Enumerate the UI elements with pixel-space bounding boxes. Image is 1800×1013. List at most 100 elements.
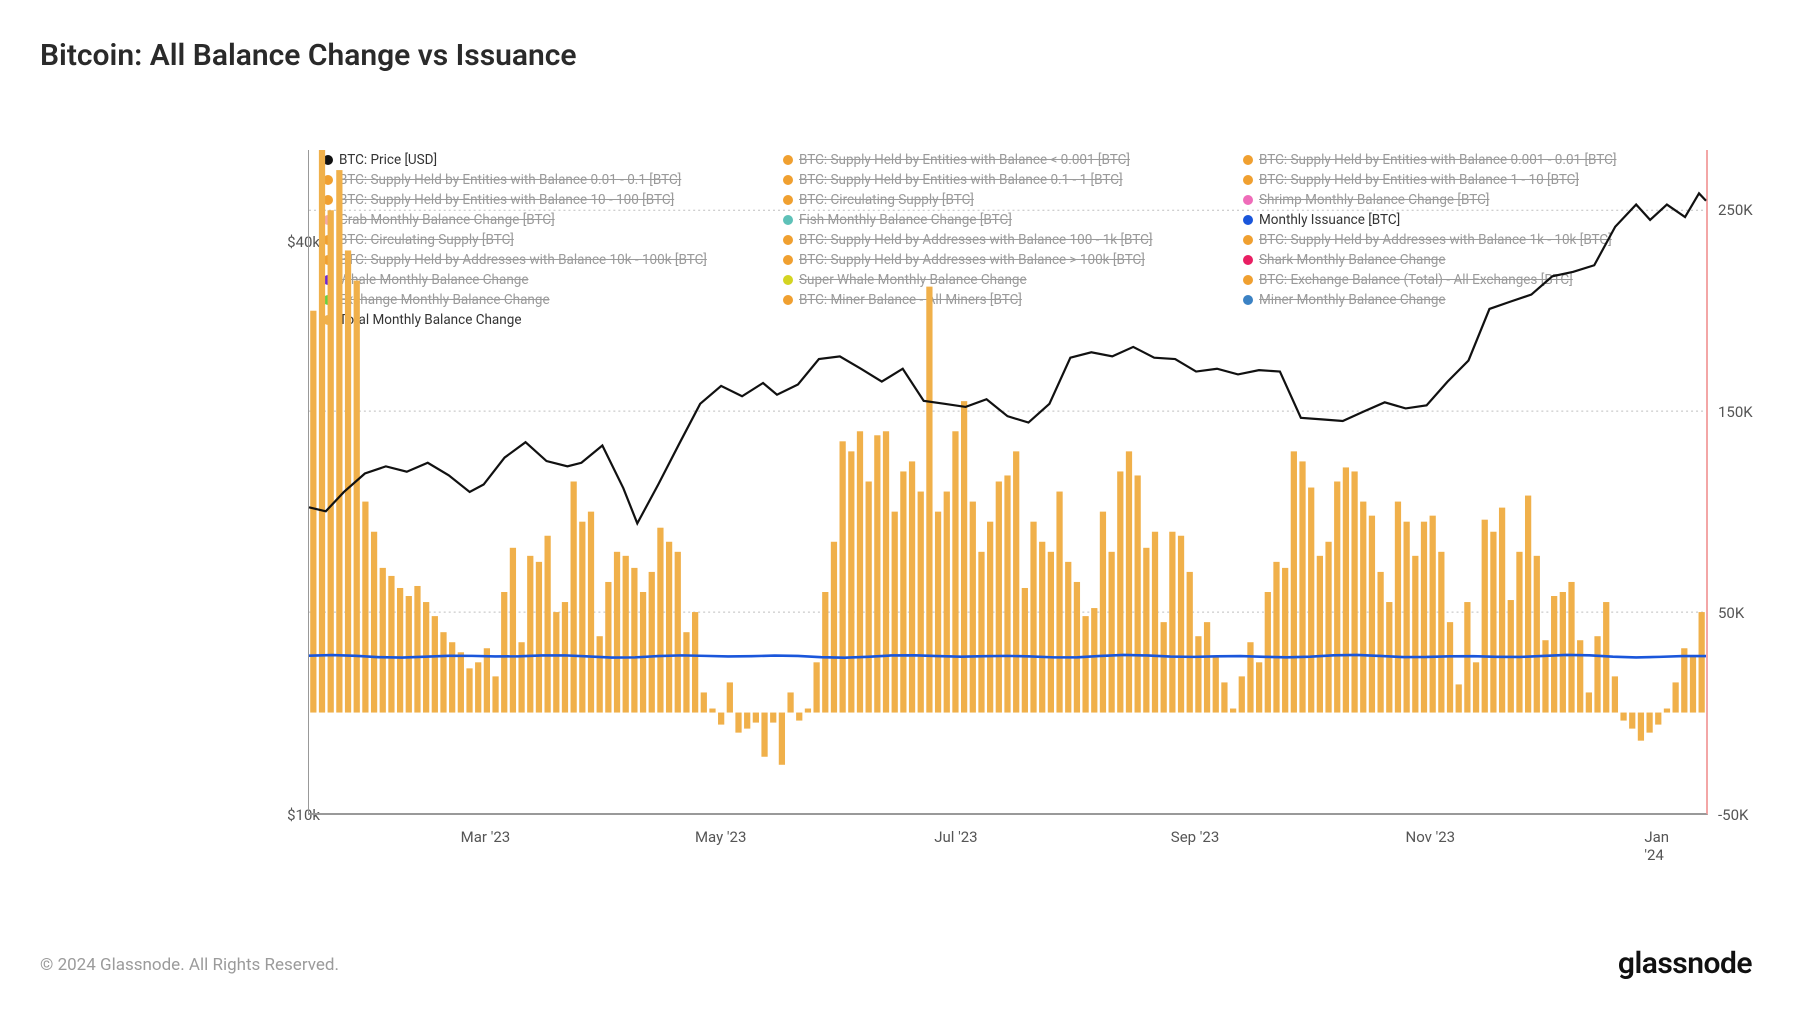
bar-total-monthly-balance-change xyxy=(900,471,906,712)
bar-total-monthly-balance-change xyxy=(1699,612,1705,712)
bar-total-monthly-balance-change xyxy=(1369,516,1375,713)
bar-total-monthly-balance-change xyxy=(371,532,377,713)
bar-total-monthly-balance-change xyxy=(831,542,837,713)
bar-total-monthly-balance-change xyxy=(1265,592,1271,713)
bar-total-monthly-balance-change xyxy=(492,676,498,712)
bar-total-monthly-balance-change xyxy=(571,482,577,713)
bar-total-monthly-balance-change xyxy=(640,592,646,713)
bar-total-monthly-balance-change xyxy=(1299,461,1305,712)
bar-total-monthly-balance-change xyxy=(631,568,637,713)
bar-total-monthly-balance-change xyxy=(1482,520,1488,713)
bar-total-monthly-balance-change xyxy=(761,713,767,757)
bar-total-monthly-balance-change xyxy=(1612,676,1618,712)
bar-total-monthly-balance-change xyxy=(449,642,455,712)
x-axis-labels: Mar '23May '23Jul '23Sep '23Nov '23Jan '… xyxy=(308,820,1708,850)
bar-total-monthly-balance-change xyxy=(1039,542,1045,713)
bar-total-monthly-balance-change xyxy=(1204,622,1210,712)
y-right-tick: -50K xyxy=(1718,806,1748,824)
bar-total-monthly-balance-change xyxy=(510,548,516,713)
bar-total-monthly-balance-change xyxy=(909,461,915,712)
bar-total-monthly-balance-change xyxy=(1239,676,1245,712)
bar-total-monthly-balance-change xyxy=(961,401,967,712)
bar-total-monthly-balance-change xyxy=(1421,522,1427,713)
x-tick: Mar '23 xyxy=(461,828,511,846)
bar-total-monthly-balance-change xyxy=(753,713,759,723)
x-tick: Nov '23 xyxy=(1406,828,1456,846)
bar-total-monthly-balance-change xyxy=(770,713,776,723)
bar-total-monthly-balance-change xyxy=(1560,592,1566,713)
bar-total-monthly-balance-change xyxy=(1542,640,1548,712)
bar-total-monthly-balance-change xyxy=(805,709,811,713)
bar-total-monthly-balance-change xyxy=(987,522,993,713)
line-btc-price xyxy=(309,193,1706,523)
bar-total-monthly-balance-change xyxy=(1377,572,1383,713)
bar-total-monthly-balance-change xyxy=(649,572,655,713)
bar-total-monthly-balance-change xyxy=(406,596,412,713)
bar-total-monthly-balance-change xyxy=(1048,552,1054,713)
bar-total-monthly-balance-change xyxy=(527,556,533,713)
bar-total-monthly-balance-change xyxy=(796,713,802,721)
bar-total-monthly-balance-change xyxy=(718,713,724,725)
bar-total-monthly-balance-change xyxy=(701,692,707,712)
bar-total-monthly-balance-change xyxy=(1291,451,1297,712)
bar-total-monthly-balance-change xyxy=(562,602,568,712)
bar-total-monthly-balance-change xyxy=(1438,552,1444,713)
bar-total-monthly-balance-change xyxy=(354,281,360,713)
bar-total-monthly-balance-change xyxy=(614,552,620,713)
bar-total-monthly-balance-change xyxy=(536,562,542,713)
bar-total-monthly-balance-change xyxy=(588,512,594,713)
bar-total-monthly-balance-change xyxy=(683,632,689,712)
bar-total-monthly-balance-change xyxy=(1247,642,1253,712)
bar-total-monthly-balance-change xyxy=(1664,709,1670,713)
bar-total-monthly-balance-change xyxy=(414,586,420,713)
bar-total-monthly-balance-change xyxy=(1074,582,1080,713)
bar-total-monthly-balance-change xyxy=(926,287,932,713)
bar-total-monthly-balance-change xyxy=(1065,562,1071,713)
bar-total-monthly-balance-change xyxy=(848,451,854,712)
bar-total-monthly-balance-change xyxy=(579,522,585,713)
bar-total-monthly-balance-change xyxy=(822,592,828,713)
bar-total-monthly-balance-change xyxy=(440,632,446,712)
bar-total-monthly-balance-change xyxy=(1568,582,1574,713)
y-right-tick: 150K xyxy=(1718,403,1753,421)
bar-total-monthly-balance-change xyxy=(813,662,819,712)
bar-total-monthly-balance-change xyxy=(1690,656,1696,712)
bar-total-monthly-balance-change xyxy=(1655,713,1661,725)
bar-total-monthly-balance-change xyxy=(1109,552,1115,713)
bar-total-monthly-balance-change xyxy=(1456,684,1462,712)
bar-total-monthly-balance-change xyxy=(1152,532,1158,713)
bar-total-monthly-balance-change xyxy=(857,431,863,712)
bar-total-monthly-balance-change xyxy=(1516,552,1522,713)
bar-total-monthly-balance-change xyxy=(1620,713,1626,721)
bar-total-monthly-balance-change xyxy=(727,682,733,712)
bar-total-monthly-balance-change xyxy=(1343,467,1349,712)
bar-total-monthly-balance-change xyxy=(1256,662,1262,712)
chart-title: Bitcoin: All Balance Change vs Issuance xyxy=(40,38,577,73)
bar-total-monthly-balance-change xyxy=(1681,648,1687,712)
bar-total-monthly-balance-change xyxy=(744,713,750,729)
bar-total-monthly-balance-change xyxy=(840,441,846,712)
bar-total-monthly-balance-change xyxy=(345,250,351,712)
bar-total-monthly-balance-change xyxy=(544,536,550,713)
bar-total-monthly-balance-change xyxy=(1360,502,1366,713)
bar-total-monthly-balance-change xyxy=(1490,532,1496,713)
bar-total-monthly-balance-change xyxy=(380,568,386,713)
bar-total-monthly-balance-change xyxy=(952,431,958,712)
bar-total-monthly-balance-change xyxy=(1135,475,1141,712)
bar-total-monthly-balance-change xyxy=(1638,713,1644,741)
bar-total-monthly-balance-change xyxy=(666,542,672,713)
bar-total-monthly-balance-change xyxy=(1351,471,1357,712)
bar-total-monthly-balance-change xyxy=(883,431,889,712)
bar-total-monthly-balance-change xyxy=(466,668,472,712)
bar-total-monthly-balance-change xyxy=(787,692,793,712)
x-tick: Jan '24 xyxy=(1644,828,1686,864)
bar-total-monthly-balance-change xyxy=(1282,568,1288,713)
bar-total-monthly-balance-change xyxy=(874,435,880,712)
bar-total-monthly-balance-change xyxy=(892,512,898,713)
bar-total-monthly-balance-change xyxy=(1030,522,1036,713)
bar-total-monthly-balance-change xyxy=(432,616,438,712)
bar-total-monthly-balance-change xyxy=(1395,502,1401,713)
bar-total-monthly-balance-change xyxy=(1273,562,1279,713)
bar-total-monthly-balance-change xyxy=(336,170,342,712)
chart-area: $40k$10k 250K150K50K-50K BTC: Price [USD… xyxy=(60,120,1730,880)
